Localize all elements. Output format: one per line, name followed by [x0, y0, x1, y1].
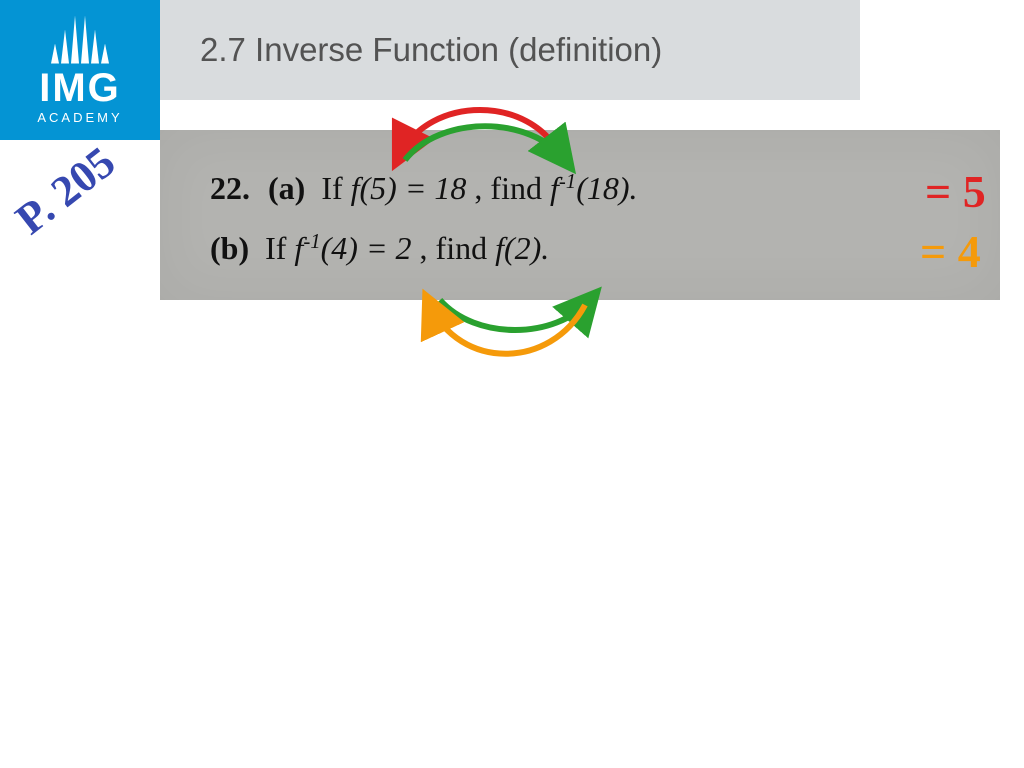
logo-text-main: IMG [39, 68, 121, 108]
text-if-a: If [321, 170, 350, 206]
logo-text-sub: ACADEMY [37, 110, 122, 125]
text-find-b: , find [420, 230, 496, 266]
handwriting-answer-b: = 4 [920, 225, 981, 278]
handwriting-answer-a: = 5 [925, 165, 986, 218]
part-label-a: (a) [268, 170, 305, 206]
math-a-2: f-1(18). [550, 170, 638, 206]
text-find-a: , find [474, 170, 550, 206]
logo-crest-icon [51, 16, 109, 64]
textbook-excerpt: 22. (a) If f(5) = 18 , find f-1(18). (b)… [160, 130, 1000, 300]
math-a-1: f(5) = 18 [351, 170, 467, 206]
brand-logo: IMG ACADEMY [0, 0, 160, 140]
arrow-orange-bottom-icon [430, 305, 585, 354]
math-b-2: f(2). [495, 230, 549, 266]
page-title: 2.7 Inverse Function (definition) [200, 31, 662, 69]
page-title-bar: 2.7 Inverse Function (definition) [160, 0, 860, 100]
math-b-1: f-1(4) = 2 [294, 230, 411, 266]
handwriting-page-ref: P. 205 [6, 136, 125, 244]
part-label-b: (b) [210, 230, 249, 266]
arrow-green-bottom-icon [440, 300, 590, 330]
question-number: 22. [210, 170, 250, 206]
text-if-b: If [265, 230, 294, 266]
question-part-b: (b) If f-1(4) = 2 , find f(2). [210, 230, 549, 267]
question-part-a: 22. (a) If f(5) = 18 , find f-1(18). [210, 170, 638, 207]
